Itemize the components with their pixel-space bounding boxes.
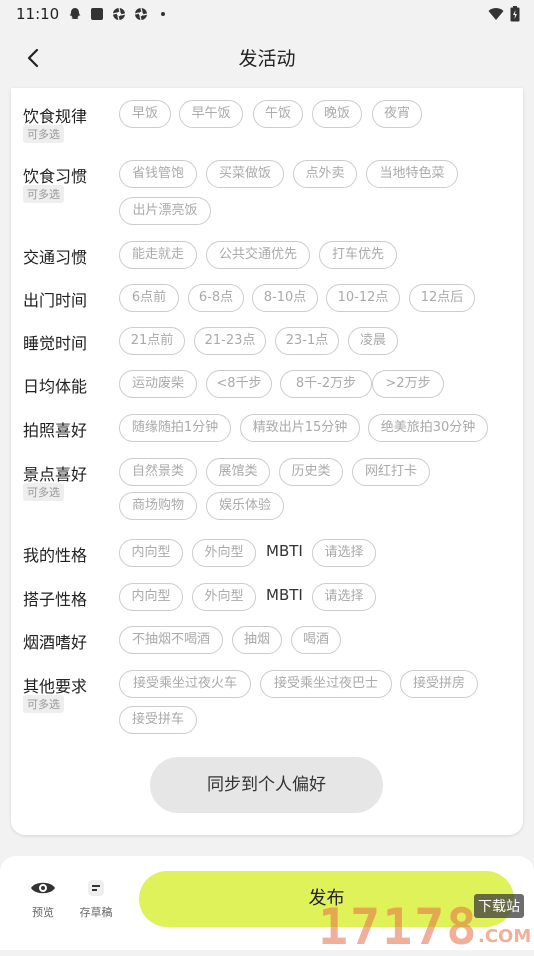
nav-bar: 发活动 [0,28,534,88]
mbti-select[interactable]: 请选择 [312,583,376,611]
row-label: 拍照喜好 [23,421,88,440]
system-icons [488,6,520,22]
option-chip[interactable]: 8千-2万步 [280,370,372,398]
aperture-icon [134,7,148,21]
dot-icon [161,12,165,16]
option-chip[interactable]: 能走就走 [119,241,197,269]
option-chip[interactable]: 随缘随拍1分钟 [119,414,231,442]
option-chip[interactable]: 接受乘坐过夜火车 [119,670,251,698]
multi-select-badge: 可多选 [23,185,64,203]
option-chip[interactable]: 省钱管饱 [119,160,197,188]
multi-select-badge: 可多选 [23,695,64,713]
row-label: 睡觉时间 [23,334,88,353]
mbti-select[interactable]: 请选择 [312,539,376,567]
qq-icon [69,8,81,19]
option-chip[interactable]: 夜宵 [372,100,422,128]
row-label: 我的性格 [23,546,88,565]
row-label: 交通习惯 [23,248,88,267]
option-chip[interactable]: 绝美旅拍30分钟 [368,414,488,442]
option-chip[interactable]: 当地特色菜 [366,160,458,188]
option-chip[interactable]: 出片漂亮饭 [119,197,211,225]
option-chip[interactable]: 早饭 [119,100,171,128]
option-chip[interactable]: 6-8点 [188,284,244,312]
option-chip[interactable]: 精致出片15分钟 [240,414,360,442]
draft-icon [88,880,104,896]
option-chip[interactable]: 外向型 [192,539,256,567]
option-chip[interactable]: 运动废柴 [119,370,197,398]
site-watermark: 17178 下载站 .COM [318,890,534,956]
save-draft-button[interactable]: 存草稿 [77,878,115,920]
option-chip[interactable]: 8-10点 [252,284,318,312]
row-label: 景点喜好 [23,465,88,484]
option-chip[interactable]: 10-12点 [326,284,400,312]
preview-button[interactable]: 预览 [29,878,57,920]
wifi-icon [488,8,504,20]
app-square-icon [91,8,103,20]
battery-icon [510,6,520,22]
option-chip[interactable]: 外向型 [192,583,256,611]
option-chip[interactable]: 抽烟 [232,626,282,654]
row-label: 日均体能 [23,377,88,396]
multi-select-badge: 可多选 [23,483,64,501]
aperture-icon [112,7,126,21]
notification-icons [68,7,170,21]
preference-form-card [11,88,523,835]
status-bar: 11:10 [0,0,534,28]
option-chip[interactable]: 内向型 [119,583,183,611]
option-chip[interactable]: 网红打卡 [352,458,430,486]
option-chip[interactable]: 23-1点 [275,327,339,355]
mbti-label: MBTI [266,586,303,604]
option-chip[interactable]: 不抽烟不喝酒 [119,626,223,654]
option-chip[interactable]: 晚饭 [312,100,362,128]
multi-select-badge: 可多选 [23,125,64,143]
row-label: 其他要求 [23,677,88,696]
option-chip[interactable]: 早午饭 [179,100,243,128]
option-chip[interactable]: >2万步 [372,370,444,398]
option-chip[interactable]: 6点前 [119,284,179,312]
watermark-number: 17178 [318,898,479,956]
preview-label: 预览 [32,906,54,919]
option-chip[interactable]: 12点后 [409,284,475,312]
save-draft-label: 存草稿 [79,906,113,919]
row-label: 饮食规律 [23,107,88,126]
option-chip[interactable]: 历史类 [279,458,343,486]
row-label: 出门时间 [23,291,88,310]
option-chip[interactable]: 自然景类 [119,458,197,486]
option-chip[interactable]: 点外卖 [293,160,357,188]
option-chip[interactable]: 买菜做饭 [206,160,284,188]
option-chip[interactable]: 接受乘坐过夜巴士 [260,670,392,698]
option-chip[interactable]: 接受拼车 [119,706,197,734]
option-chip[interactable]: 打车优先 [319,241,397,269]
watermark-suffix: .COM [478,926,532,947]
option-chip[interactable]: 午饭 [253,100,303,128]
mbti-label: MBTI [266,542,303,560]
option-chip[interactable]: 接受拼房 [400,670,478,698]
status-time: 11:10 [16,5,60,23]
page-title: 发活动 [238,48,296,70]
option-chip[interactable]: 内向型 [119,539,183,567]
watermark-site-label: 下载站 [474,894,524,918]
row-label: 饮食习惯 [23,167,88,186]
option-chip[interactable]: 21点前 [119,327,185,355]
option-chip[interactable]: <8千步 [206,370,272,398]
eye-icon [31,882,55,894]
option-chip[interactable]: 21-23点 [194,327,266,355]
option-chip[interactable]: 喝酒 [291,626,341,654]
option-chip[interactable]: 公共交通优先 [206,241,310,269]
sync-preferences-button[interactable]: 同步到个人偏好 [150,757,383,813]
row-label: 烟酒嗜好 [23,633,88,652]
option-chip[interactable]: 商场购物 [119,492,197,520]
row-label: 搭子性格 [23,590,88,609]
option-chip[interactable]: 娱乐体验 [206,492,284,520]
option-chip[interactable]: 展馆类 [206,458,270,486]
option-chip[interactable]: 凌晨 [348,327,398,355]
